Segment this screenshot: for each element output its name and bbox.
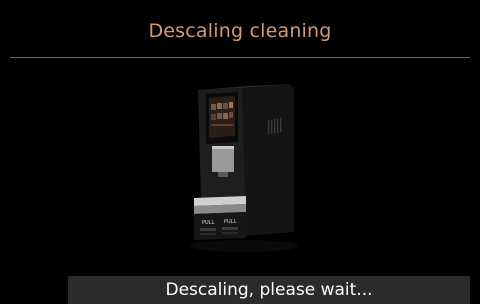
drawer-front [194,212,246,240]
dispenser-head [212,146,234,172]
header-divider [10,57,470,58]
coffee-machine-image: PULL PULL [190,84,298,252]
dispenser-spout [218,172,228,177]
pull-label-left: PULL [202,220,214,226]
pull-label-right: PULL [224,219,236,225]
status-message: Descaling, please wait... [165,280,373,300]
machine-body-side [242,84,294,236]
page-title: Descaling cleaning [148,20,332,42]
header: Descaling cleaning [0,0,480,58]
descaling-screen: Descaling cleaning PULL PULL Descaling, … [0,0,480,304]
status-bar: Descaling, please wait... [68,276,470,304]
